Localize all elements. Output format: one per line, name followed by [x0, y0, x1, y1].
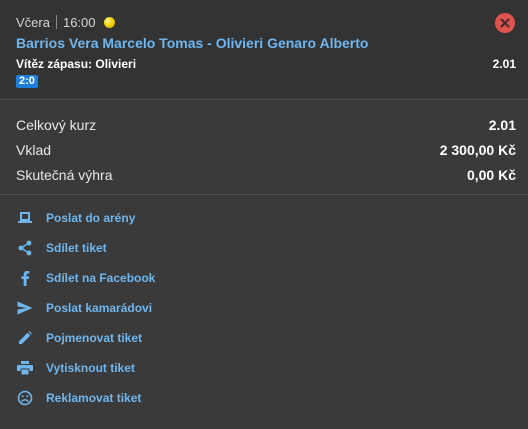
stake-row: Vklad 2 300,00 Kč [16, 142, 516, 158]
send-icon [16, 299, 34, 317]
facebook-icon [16, 269, 34, 287]
arena-icon [16, 209, 34, 227]
share-ticket-label: Sdílet tiket [46, 241, 107, 255]
tennis-ball-icon [103, 16, 115, 28]
print-ticket-label: Vytisknout tiket [46, 361, 135, 375]
bet-header: Včera 16:00 Barrios Vera Marcelo Tomas -… [0, 0, 528, 100]
print-ticket-action[interactable]: Vytisknout tiket [16, 357, 135, 379]
selection-label: Vítěz zápasu: Olivieri [16, 57, 137, 71]
score-badge: 2:0 [16, 75, 38, 88]
match-title[interactable]: Barrios Vera Marcelo Tomas - Olivieri Ge… [16, 35, 368, 51]
actual-win-row: Skutečná výhra 0,00 Kč [16, 167, 516, 183]
complain-ticket-label: Reklamovat tiket [46, 391, 142, 405]
send-to-arena-action[interactable]: Poslat do arény [16, 207, 135, 229]
bet-day: Včera [16, 14, 50, 30]
print-icon [16, 359, 34, 377]
send-to-arena-label: Poslat do arény [46, 211, 136, 225]
pencil-icon [16, 329, 34, 347]
bet-summary: Celkový kurz 2.01 Vklad 2 300,00 Kč Skut… [0, 101, 528, 195]
send-to-friend-label: Poslat kamarádovi [46, 301, 153, 315]
actual-win-label: Skutečná výhra [16, 167, 113, 183]
meta-divider [55, 15, 57, 29]
total-odds-row: Celkový kurz 2.01 [16, 117, 516, 133]
stake-label: Vklad [16, 142, 52, 158]
selection-row: Vítěz zápasu: Olivieri 2.01 [16, 57, 516, 71]
rename-ticket-action[interactable]: Pojmenovat tiket [16, 327, 142, 349]
sad-face-icon [16, 389, 34, 407]
stake-value: 2 300,00 Kč [439, 142, 516, 158]
lost-status-close-button[interactable] [495, 13, 515, 33]
close-icon [500, 18, 510, 28]
selection-odds: 2.01 [492, 57, 516, 71]
total-odds-label: Celkový kurz [16, 117, 97, 133]
total-odds-value: 2.01 [488, 117, 516, 133]
rename-ticket-label: Pojmenovat tiket [46, 331, 143, 345]
send-to-friend-action[interactable]: Poslat kamarádovi [16, 297, 152, 319]
bet-time: 16:00 [62, 14, 96, 30]
share-facebook-action[interactable]: Sdílet na Facebook [16, 267, 155, 289]
share-icon [16, 239, 34, 257]
share-facebook-label: Sdílet na Facebook [46, 271, 156, 285]
actual-win-value: 0,00 Kč [466, 167, 516, 183]
share-ticket-action[interactable]: Sdílet tiket [16, 237, 107, 259]
bet-meta: Včera 16:00 [16, 14, 115, 30]
complain-ticket-action[interactable]: Reklamovat tiket [16, 387, 141, 409]
